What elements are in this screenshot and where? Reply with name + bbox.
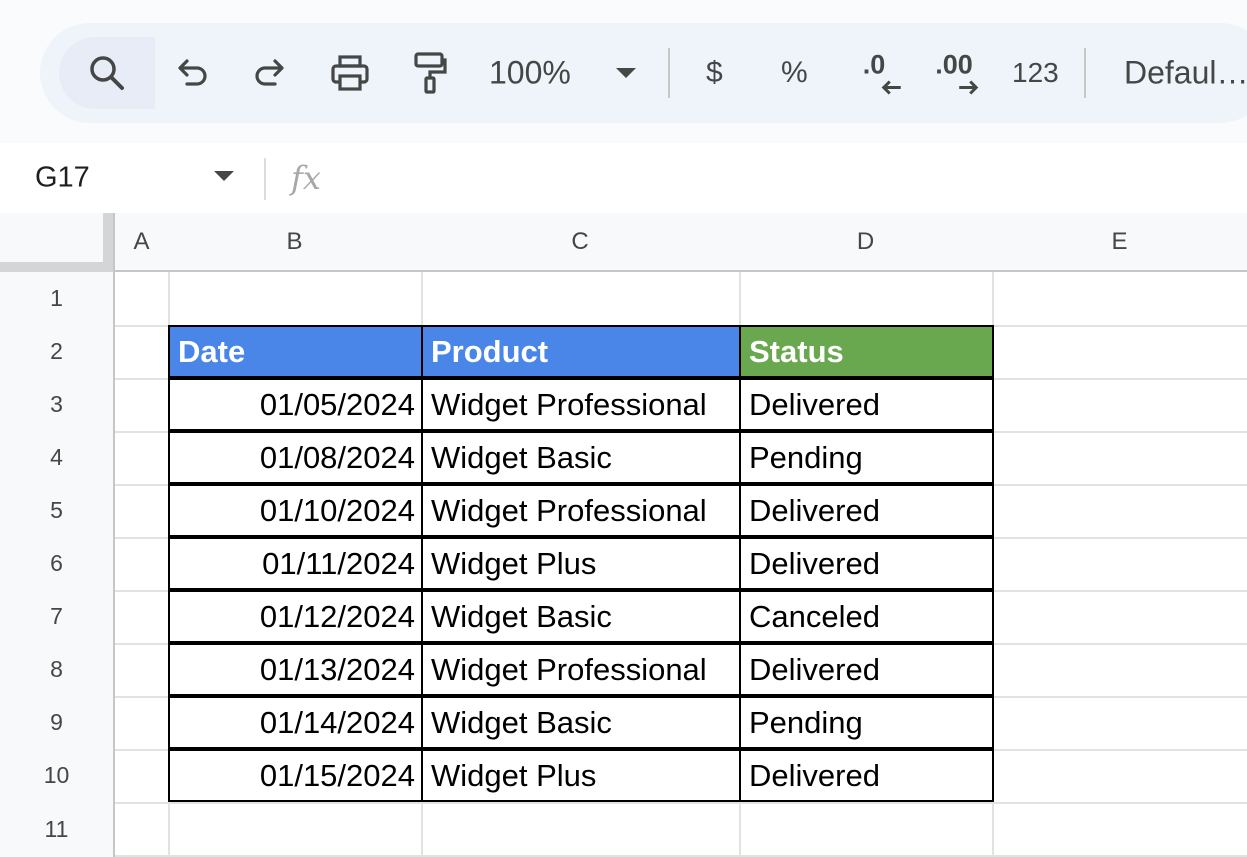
cell-status[interactable]: Delivered	[739, 484, 994, 537]
cell-product[interactable]: Widget Plus	[421, 749, 742, 802]
search-menus-button[interactable]	[59, 37, 155, 109]
row-header-7[interactable]: 7	[0, 590, 115, 645]
cell-product[interactable]: Widget Professional	[421, 484, 742, 537]
cell-status[interactable]: Pending	[739, 696, 994, 749]
paint-format-button[interactable]	[413, 51, 447, 95]
header-cell-product[interactable]: Product	[421, 325, 742, 378]
cell-date[interactable]: 01/15/2024	[168, 749, 424, 802]
cell-product[interactable]: Widget Plus	[421, 537, 742, 590]
font-family-select[interactable]: Defaul…	[1124, 55, 1247, 92]
toolbar-divider	[1084, 48, 1086, 98]
header-cell-date[interactable]: Date	[168, 325, 424, 378]
row-header-2[interactable]: 2	[0, 325, 115, 380]
decrease-decimal-label: .0	[862, 49, 886, 80]
cell-status[interactable]: Delivered	[739, 537, 994, 590]
row-header-1[interactable]: 1	[0, 272, 115, 327]
more-formats-button[interactable]: 123	[1012, 57, 1059, 89]
cell-date[interactable]: 01/14/2024	[168, 696, 424, 749]
column-header-c[interactable]: C	[421, 213, 741, 272]
cell-date[interactable]: 01/13/2024	[168, 643, 424, 696]
cell-date[interactable]: 01/05/2024	[168, 378, 424, 431]
chevron-down-icon	[616, 68, 636, 78]
cell-status[interactable]: Delivered	[739, 378, 994, 431]
zoom-dropdown[interactable]	[615, 67, 637, 79]
cell-status[interactable]: Pending	[739, 431, 994, 484]
header-cell-status[interactable]: Status	[739, 325, 994, 378]
paint-format-icon	[414, 52, 447, 94]
column-header-e[interactable]: E	[992, 213, 1247, 272]
undo-icon	[178, 59, 207, 86]
toolbar-divider	[668, 48, 670, 98]
row-header-8[interactable]: 8	[0, 643, 115, 698]
row-header-6[interactable]: 6	[0, 537, 115, 592]
row-header-11[interactable]: 11	[0, 802, 115, 857]
gridline	[115, 802, 1247, 804]
cell-product[interactable]: Widget Basic	[421, 590, 742, 643]
print-icon	[331, 55, 369, 91]
undo-button[interactable]	[175, 58, 209, 88]
name-box[interactable]: G17	[35, 162, 90, 195]
cell-status[interactable]: Delivered	[739, 749, 994, 802]
frozen-row-handle[interactable]	[0, 262, 113, 272]
cell-status[interactable]: Delivered	[739, 643, 994, 696]
toolbar	[40, 23, 1247, 123]
search-icon	[90, 56, 124, 90]
column-header-d[interactable]: D	[739, 213, 994, 272]
cell-status[interactable]: Canceled	[739, 590, 994, 643]
increase-decimal-button[interactable]: .00	[935, 50, 979, 95]
cell-product[interactable]: Widget Professional	[421, 378, 742, 431]
cell-date[interactable]: 01/10/2024	[168, 484, 424, 537]
cell-date[interactable]: 01/08/2024	[168, 431, 424, 484]
percent-format-button[interactable]: %	[781, 56, 808, 90]
cell-product[interactable]: Widget Basic	[421, 431, 742, 484]
row-header-3[interactable]: 3	[0, 378, 115, 433]
redo-button[interactable]	[253, 58, 287, 88]
fx-icon: fx	[291, 159, 321, 197]
row-header-10[interactable]: 10	[0, 749, 115, 804]
column-header-b[interactable]: B	[168, 213, 423, 272]
formula-input[interactable]	[340, 150, 1240, 206]
row-header-9[interactable]: 9	[0, 696, 115, 751]
name-box-dropdown-icon[interactable]	[214, 171, 234, 181]
row-header-4[interactable]: 4	[0, 431, 115, 486]
formula-bar-divider	[264, 158, 266, 200]
redo-icon	[255, 59, 284, 86]
currency-format-button[interactable]: $	[706, 56, 723, 90]
row-header-5[interactable]: 5	[0, 484, 115, 539]
print-button[interactable]	[330, 54, 370, 92]
increase-decimal-label: .00	[935, 49, 973, 80]
cell-product[interactable]: Widget Basic	[421, 696, 742, 749]
cell-date[interactable]: 01/11/2024	[168, 537, 424, 590]
column-header-a[interactable]: A	[115, 213, 170, 272]
cell-product[interactable]: Widget Professional	[421, 643, 742, 696]
cell-date[interactable]: 01/12/2024	[168, 590, 424, 643]
decrease-decimal-button[interactable]: .0	[863, 50, 901, 95]
zoom-value[interactable]: 100%	[489, 55, 571, 92]
arrow-left-icon	[881, 80, 901, 95]
arrow-right-icon	[959, 80, 979, 95]
